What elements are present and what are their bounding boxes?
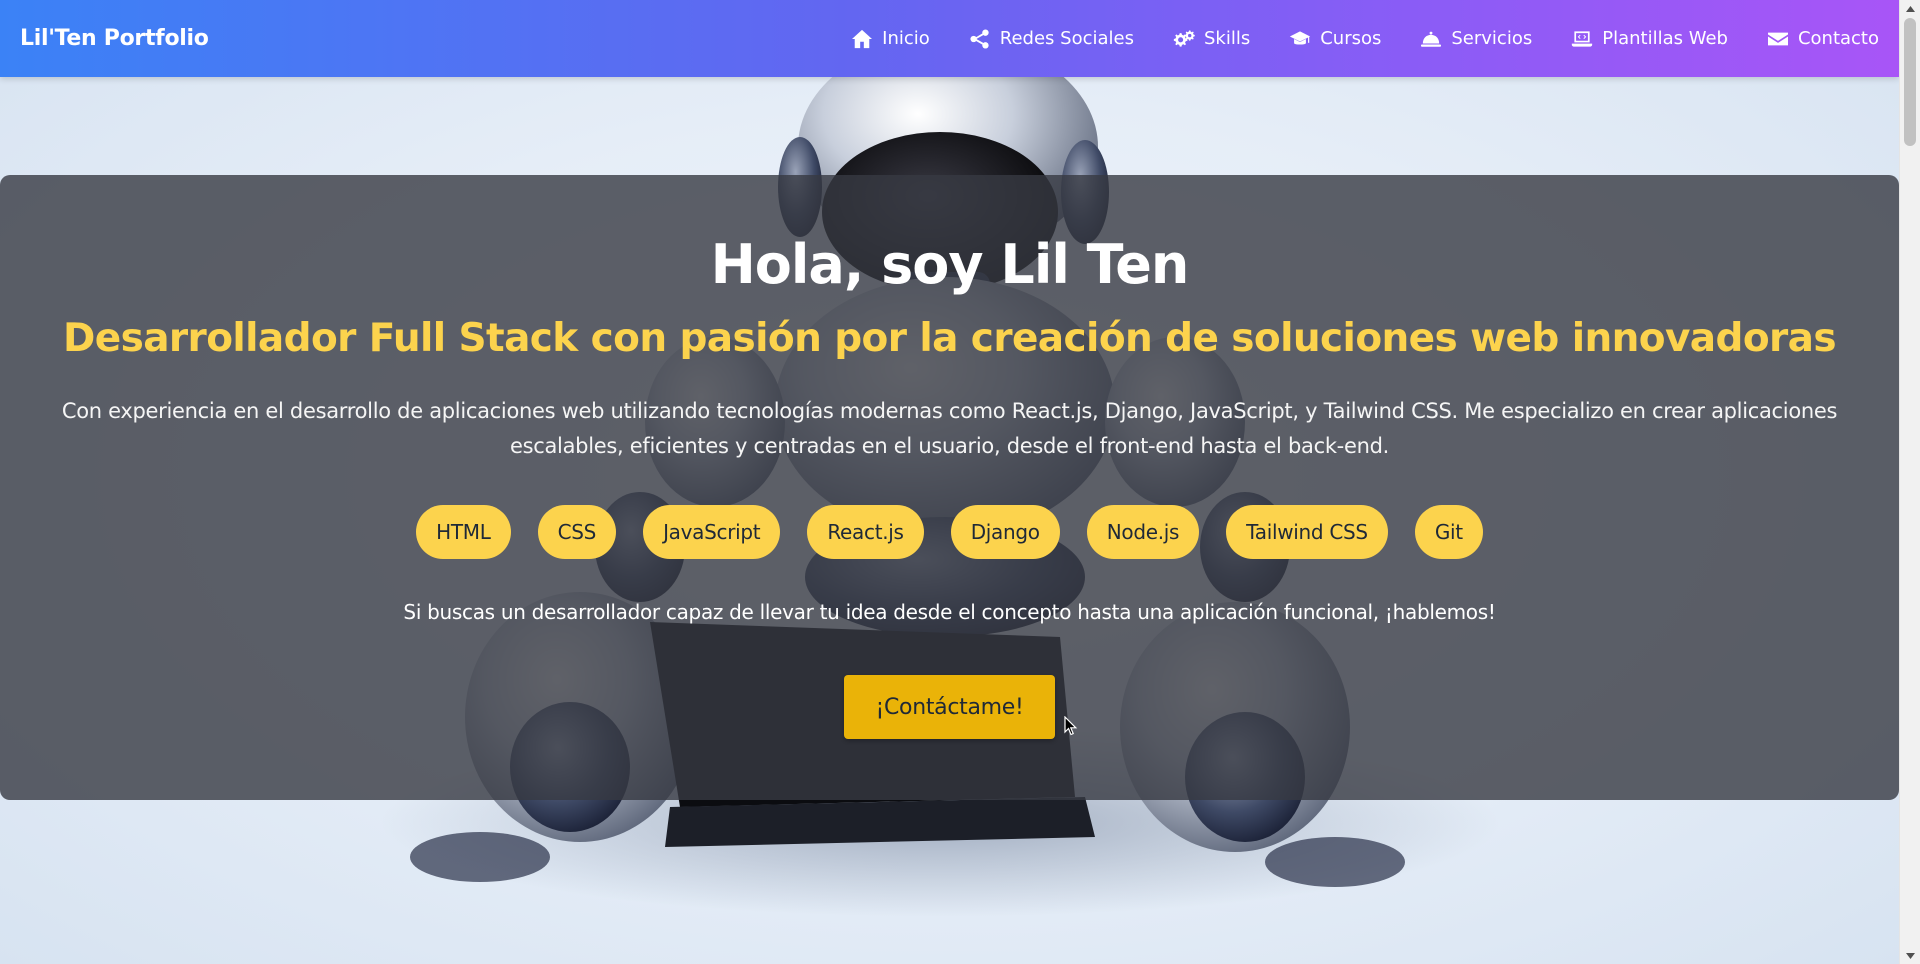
page-viewport: Lil'Ten Portfolio Inicio Redes Sociales … — [0, 0, 1899, 964]
mouse-cursor-icon — [1064, 715, 1078, 740]
nav-menu: Inicio Redes Sociales Skills Cursos Serv… — [851, 28, 1879, 49]
hero-description: Con experiencia en el desarrollo de apli… — [61, 399, 1838, 458]
tech-badge-reactjs: React.js — [807, 505, 924, 559]
tech-badge-html: HTML — [416, 505, 511, 559]
scroll-down-arrow-icon[interactable] — [1900, 947, 1920, 964]
nav-item-inicio[interactable]: Inicio — [851, 28, 930, 49]
tech-badge-javascript: JavaScript — [643, 505, 781, 559]
nav-item-redes-sociales[interactable]: Redes Sociales — [969, 28, 1134, 49]
nav-item-label: Plantillas Web — [1602, 28, 1728, 49]
nav-item-label: Skills — [1203, 28, 1251, 49]
nav-item-contacto[interactable]: Contacto — [1767, 28, 1879, 49]
nav-item-cursos[interactable]: Cursos — [1289, 28, 1381, 49]
laptop-code-icon — [1571, 29, 1593, 49]
hero-title: Hola, soy Lil Ten — [710, 233, 1190, 296]
envelope-icon — [1767, 29, 1789, 49]
nav-item-skills[interactable]: Skills — [1173, 28, 1250, 49]
tech-badges: HTML CSS JavaScript React.js Django Node… — [0, 505, 1899, 559]
nav-item-label: Servicios — [1451, 28, 1533, 49]
tech-badge-nodejs: Node.js — [1086, 505, 1200, 559]
hero-cta-text: Si buscas un desarrollador capaz de llev… — [403, 600, 1496, 624]
tech-badge-tailwind-css: Tailwind CSS — [1226, 505, 1388, 559]
share-icon — [969, 28, 991, 49]
scroll-up-arrow-icon[interactable] — [1900, 0, 1920, 17]
tech-badge-css: CSS — [537, 505, 617, 559]
hero-subtitle: Desarrollador Full Stack con pasión por … — [62, 316, 1837, 361]
nav-item-plantillas-web[interactable]: Plantillas Web — [1571, 28, 1728, 49]
vertical-scrollbar[interactable] — [1899, 0, 1920, 964]
nav-item-servicios[interactable]: Servicios — [1420, 28, 1532, 49]
contact-me-button[interactable]: ¡Contáctame! — [844, 675, 1055, 739]
nav-item-label: Cursos — [1320, 28, 1382, 49]
nav-item-label: Inicio — [882, 28, 930, 49]
hero-card: Hola, soy Lil Ten Desarrollador Full Sta… — [0, 175, 1899, 800]
scrollbar-thumb[interactable] — [1904, 18, 1916, 146]
navbar: Lil'Ten Portfolio Inicio Redes Sociales … — [0, 0, 1899, 77]
nav-item-label: Contacto — [1797, 28, 1879, 49]
brand-logo[interactable]: Lil'Ten Portfolio — [20, 26, 209, 51]
tech-badge-git: Git — [1414, 505, 1483, 559]
nav-item-label: Redes Sociales — [999, 28, 1134, 49]
home-icon — [851, 29, 873, 49]
gears-icon — [1173, 29, 1195, 49]
concierge-bell-icon — [1420, 29, 1442, 49]
graduation-cap-icon — [1289, 29, 1311, 49]
tech-badge-django: Django — [950, 505, 1060, 559]
